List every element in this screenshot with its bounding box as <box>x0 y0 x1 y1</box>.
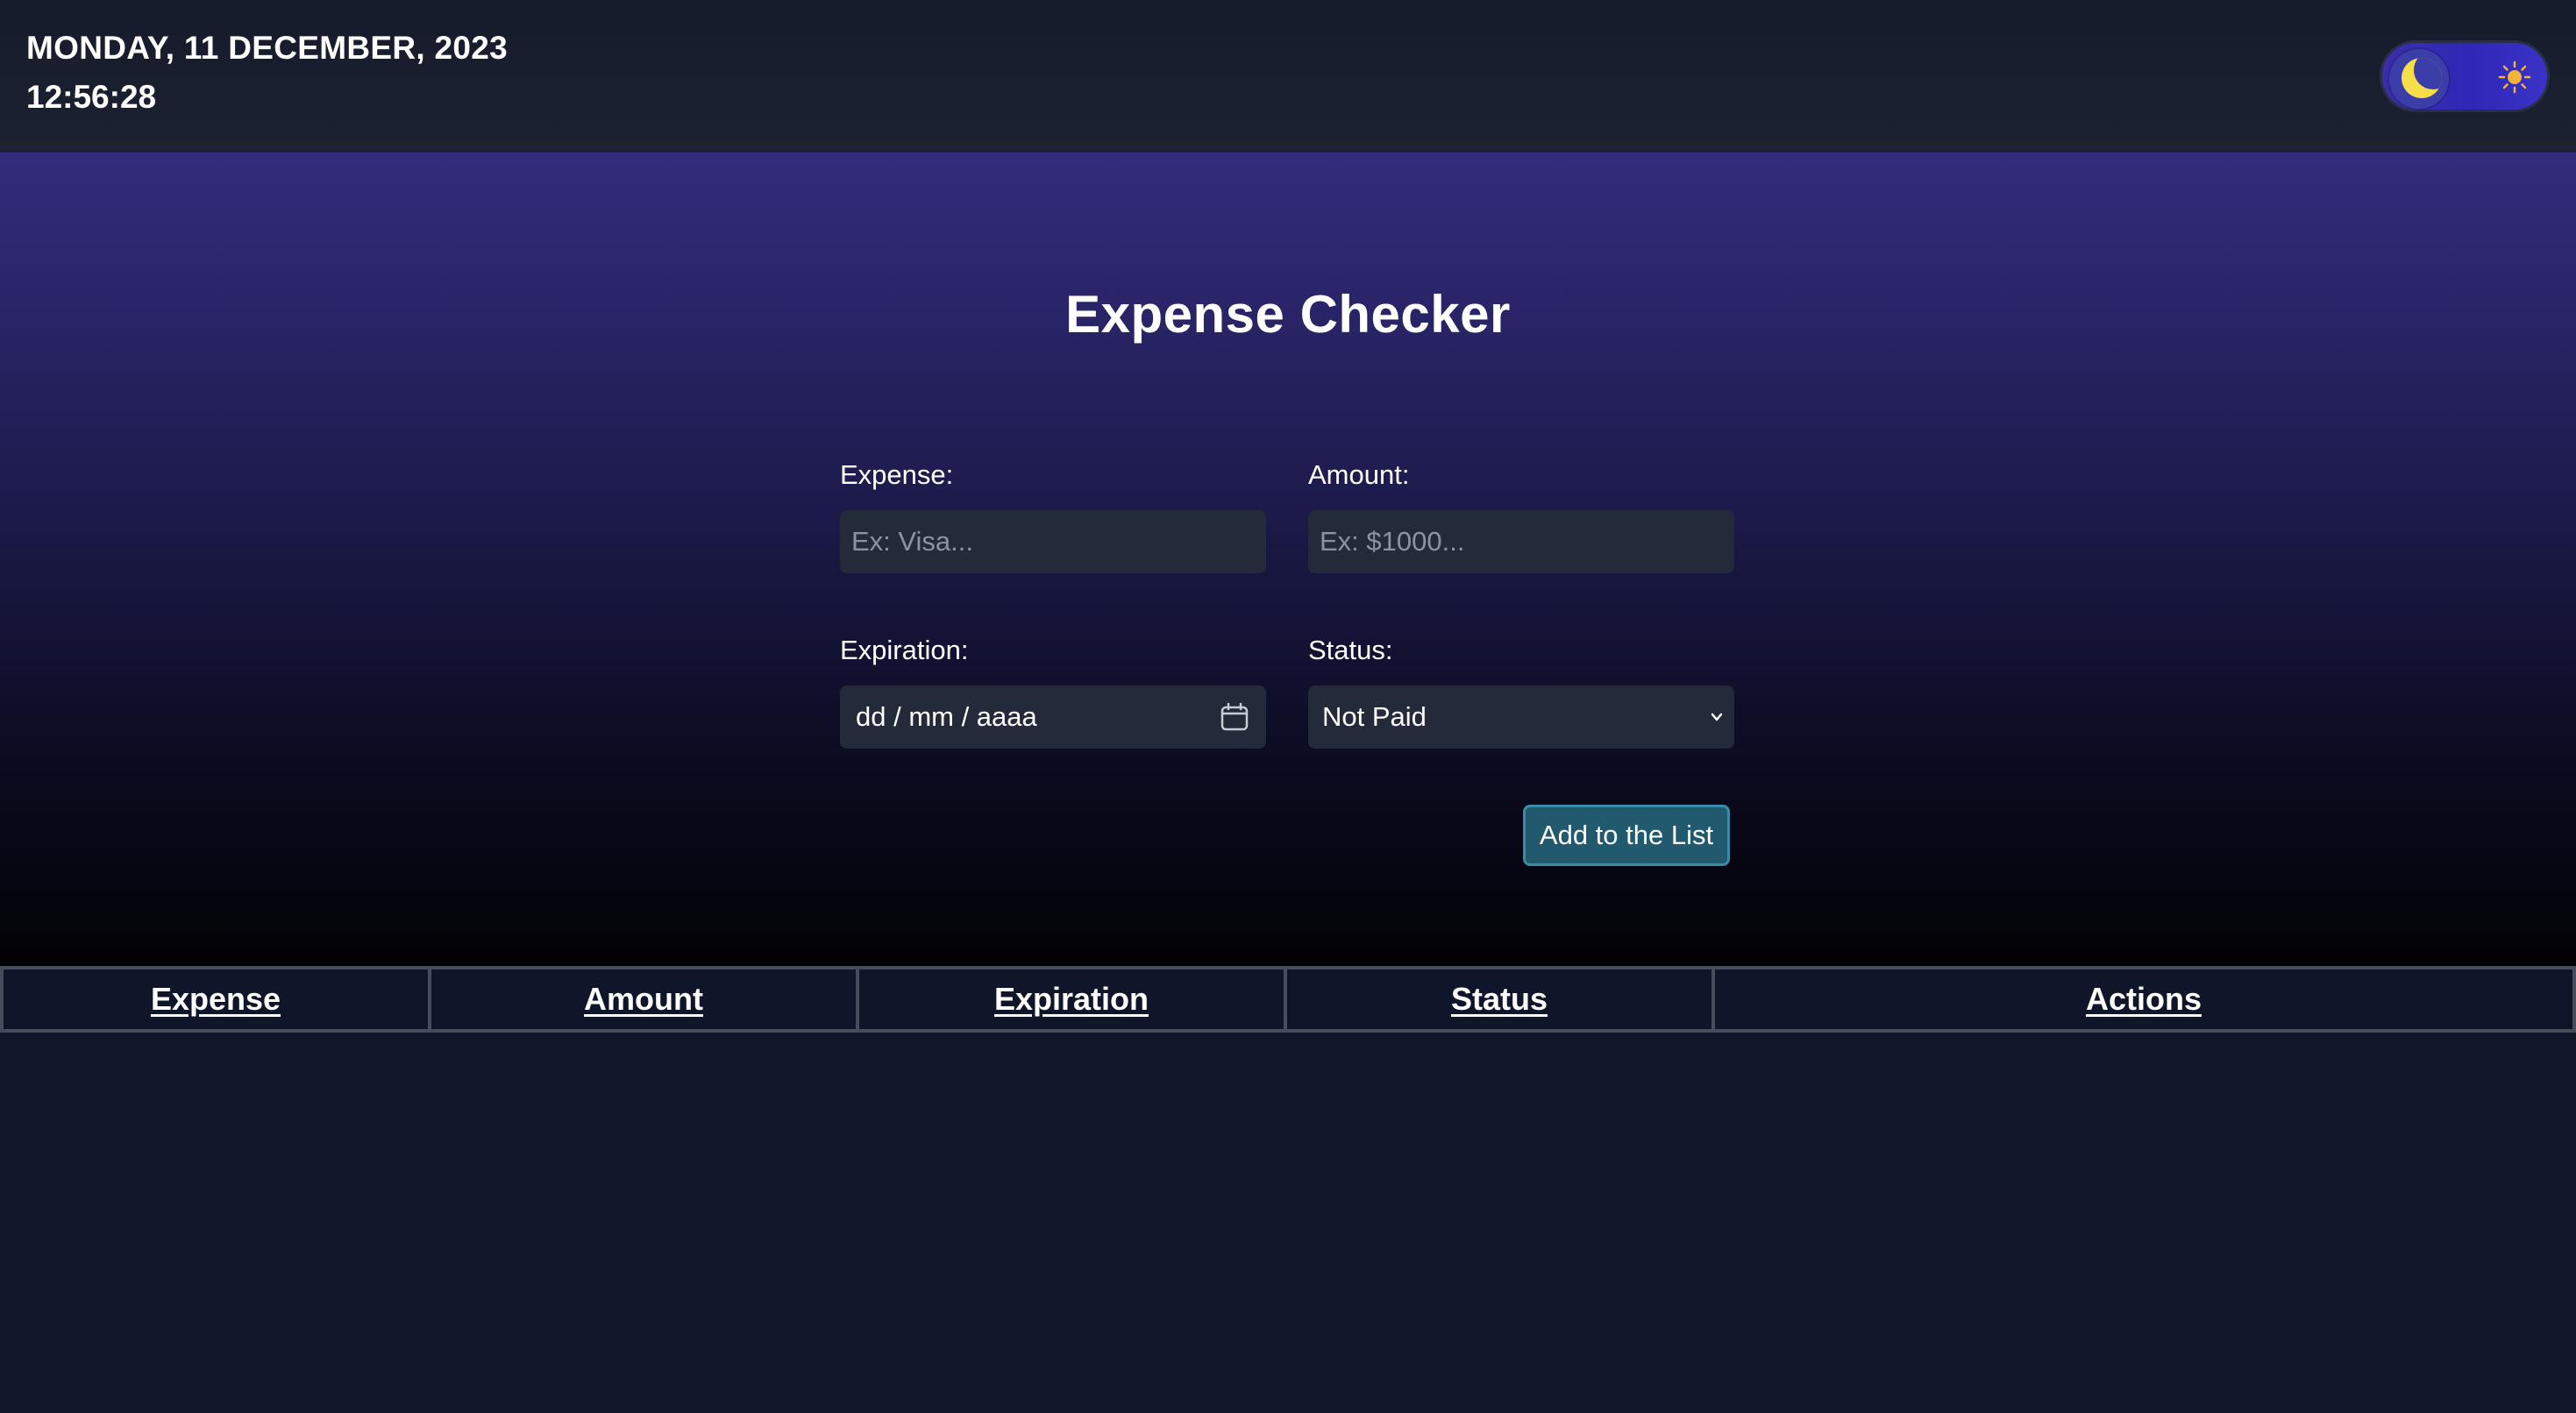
status-selected-value: Not Paid <box>1322 701 1427 732</box>
toggle-knob <box>2389 49 2449 109</box>
chevron-down-icon <box>1711 713 1723 721</box>
expense-label: Expense: <box>840 459 954 490</box>
expense-form-section: Expense Checker Expense: Amount: Expirat… <box>0 153 2576 966</box>
expense-table: Expense Amount Expiration Status Actions <box>0 966 2576 1033</box>
status-select[interactable]: Not Paid <box>1308 685 1734 749</box>
amount-label: Amount: <box>1308 459 1410 490</box>
column-header-expiration[interactable]: Expiration <box>856 966 1287 1033</box>
table-header-row: Expense Amount Expiration Status Actions <box>0 966 2576 1033</box>
calendar-icon[interactable] <box>1219 701 1250 733</box>
amount-input[interactable] <box>1308 510 1734 573</box>
status-label: Status: <box>1308 635 1393 665</box>
current-time: 12:56:28 <box>26 79 157 115</box>
sun-icon <box>2498 60 2531 94</box>
column-header-amount[interactable]: Amount <box>428 966 859 1033</box>
top-bar: MONDAY, 11 DECEMBER, 2023 12:56:28 <box>0 0 2576 153</box>
date-placeholder: dd / mm / aaaa <box>856 701 1037 732</box>
theme-toggle[interactable] <box>2380 40 2550 112</box>
expense-table-container: Expense Amount Expiration Status Actions <box>0 966 2576 1033</box>
column-header-actions[interactable]: Actions <box>1711 966 2576 1033</box>
page-title: Expense Checker <box>1065 285 1511 344</box>
expiration-label: Expiration: <box>840 635 969 665</box>
column-header-expense[interactable]: Expense <box>0 966 431 1033</box>
expiration-date-input[interactable]: dd / mm / aaaa <box>840 685 1266 749</box>
add-to-list-button[interactable]: Add to the List <box>1523 805 1730 866</box>
expense-input[interactable] <box>840 510 1266 573</box>
column-header-status[interactable]: Status <box>1284 966 1715 1033</box>
moon-icon <box>2402 58 2442 98</box>
current-date: MONDAY, 11 DECEMBER, 2023 <box>26 30 509 66</box>
